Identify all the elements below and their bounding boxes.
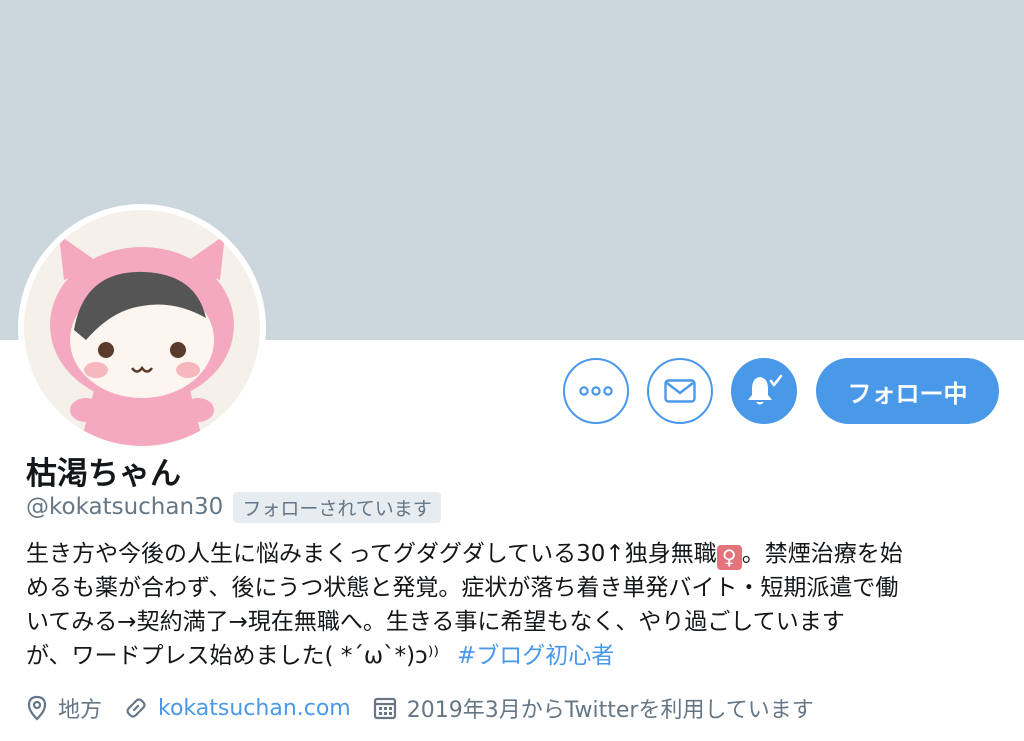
send-message-button[interactable] (647, 358, 713, 424)
avatar[interactable] (18, 204, 266, 452)
joined-item: 2019年3月からTwitterを利用しています (373, 692, 814, 724)
female-sign-icon: ♀ (716, 545, 742, 570)
bio-line-1-tail: 。禁煙治療を始 (741, 541, 903, 567)
hashtag-link[interactable]: #ブログ初心者 (457, 643, 614, 669)
more-options-button[interactable] (563, 358, 629, 424)
location-item: 地方 (26, 692, 102, 724)
joined-text: 2019年3月からTwitterを利用しています (406, 698, 814, 723)
mail-icon (664, 379, 696, 403)
bell-check-icon (748, 374, 783, 405)
more-icon (579, 386, 613, 396)
following-button[interactable]: フォロー中 (816, 358, 999, 424)
calendar-icon (373, 697, 396, 720)
bio-line-3: いてみる→契約満了→現在無職へ。生きる事に希望もなく、やり過ごしています (26, 609, 845, 635)
avatar-illustration (24, 210, 260, 446)
avatar-image (24, 210, 260, 446)
bio-line-4: が、ワードプレス始めました( *´ω`*)ᴐ⁾⁾ #ブログ初心者 (26, 639, 1006, 673)
profile-handle: @kokatsuchan30 (26, 494, 224, 520)
bio-line-2: めるも薬が合わず、後にうつ状態と発覚。症状が落ち着き単発バイト・短期派遣で働 (26, 575, 899, 601)
location-text: 地方 (58, 698, 103, 723)
link-icon (126, 698, 146, 718)
profile-meta: 地方 kokatsuchan.com 2019年3月からTwitterを利用して… (26, 690, 836, 726)
website-link[interactable]: kokatsuchan.com (158, 696, 351, 721)
handle-row: @kokatsuchan30 フォローされています (26, 491, 441, 523)
website-item[interactable]: kokatsuchan.com (124, 696, 351, 721)
notifications-button[interactable] (731, 358, 797, 424)
bio-line-4-text: が、ワードプレス始めました( *´ω`*)ᴐ⁾⁾ (26, 643, 440, 669)
follows-you-badge: フォローされています (233, 491, 441, 523)
profile-bio: 生き方や今後の人生に悩みまくってグダグダしている30↑独身無職 ♀ 。禁煙治療を始 … (26, 537, 1006, 673)
location-pin-icon (27, 695, 47, 721)
bio-line-1: 生き方や今後の人生に悩みまくってグダグダしている30↑独身無職 ♀ 。禁煙治療を始 (26, 537, 1006, 571)
profile-name: 枯渇ちゃん (26, 456, 181, 492)
bio-line-1-text: 生き方や今後の人生に悩みまくってグダグダしている30↑独身無職 (26, 541, 717, 567)
